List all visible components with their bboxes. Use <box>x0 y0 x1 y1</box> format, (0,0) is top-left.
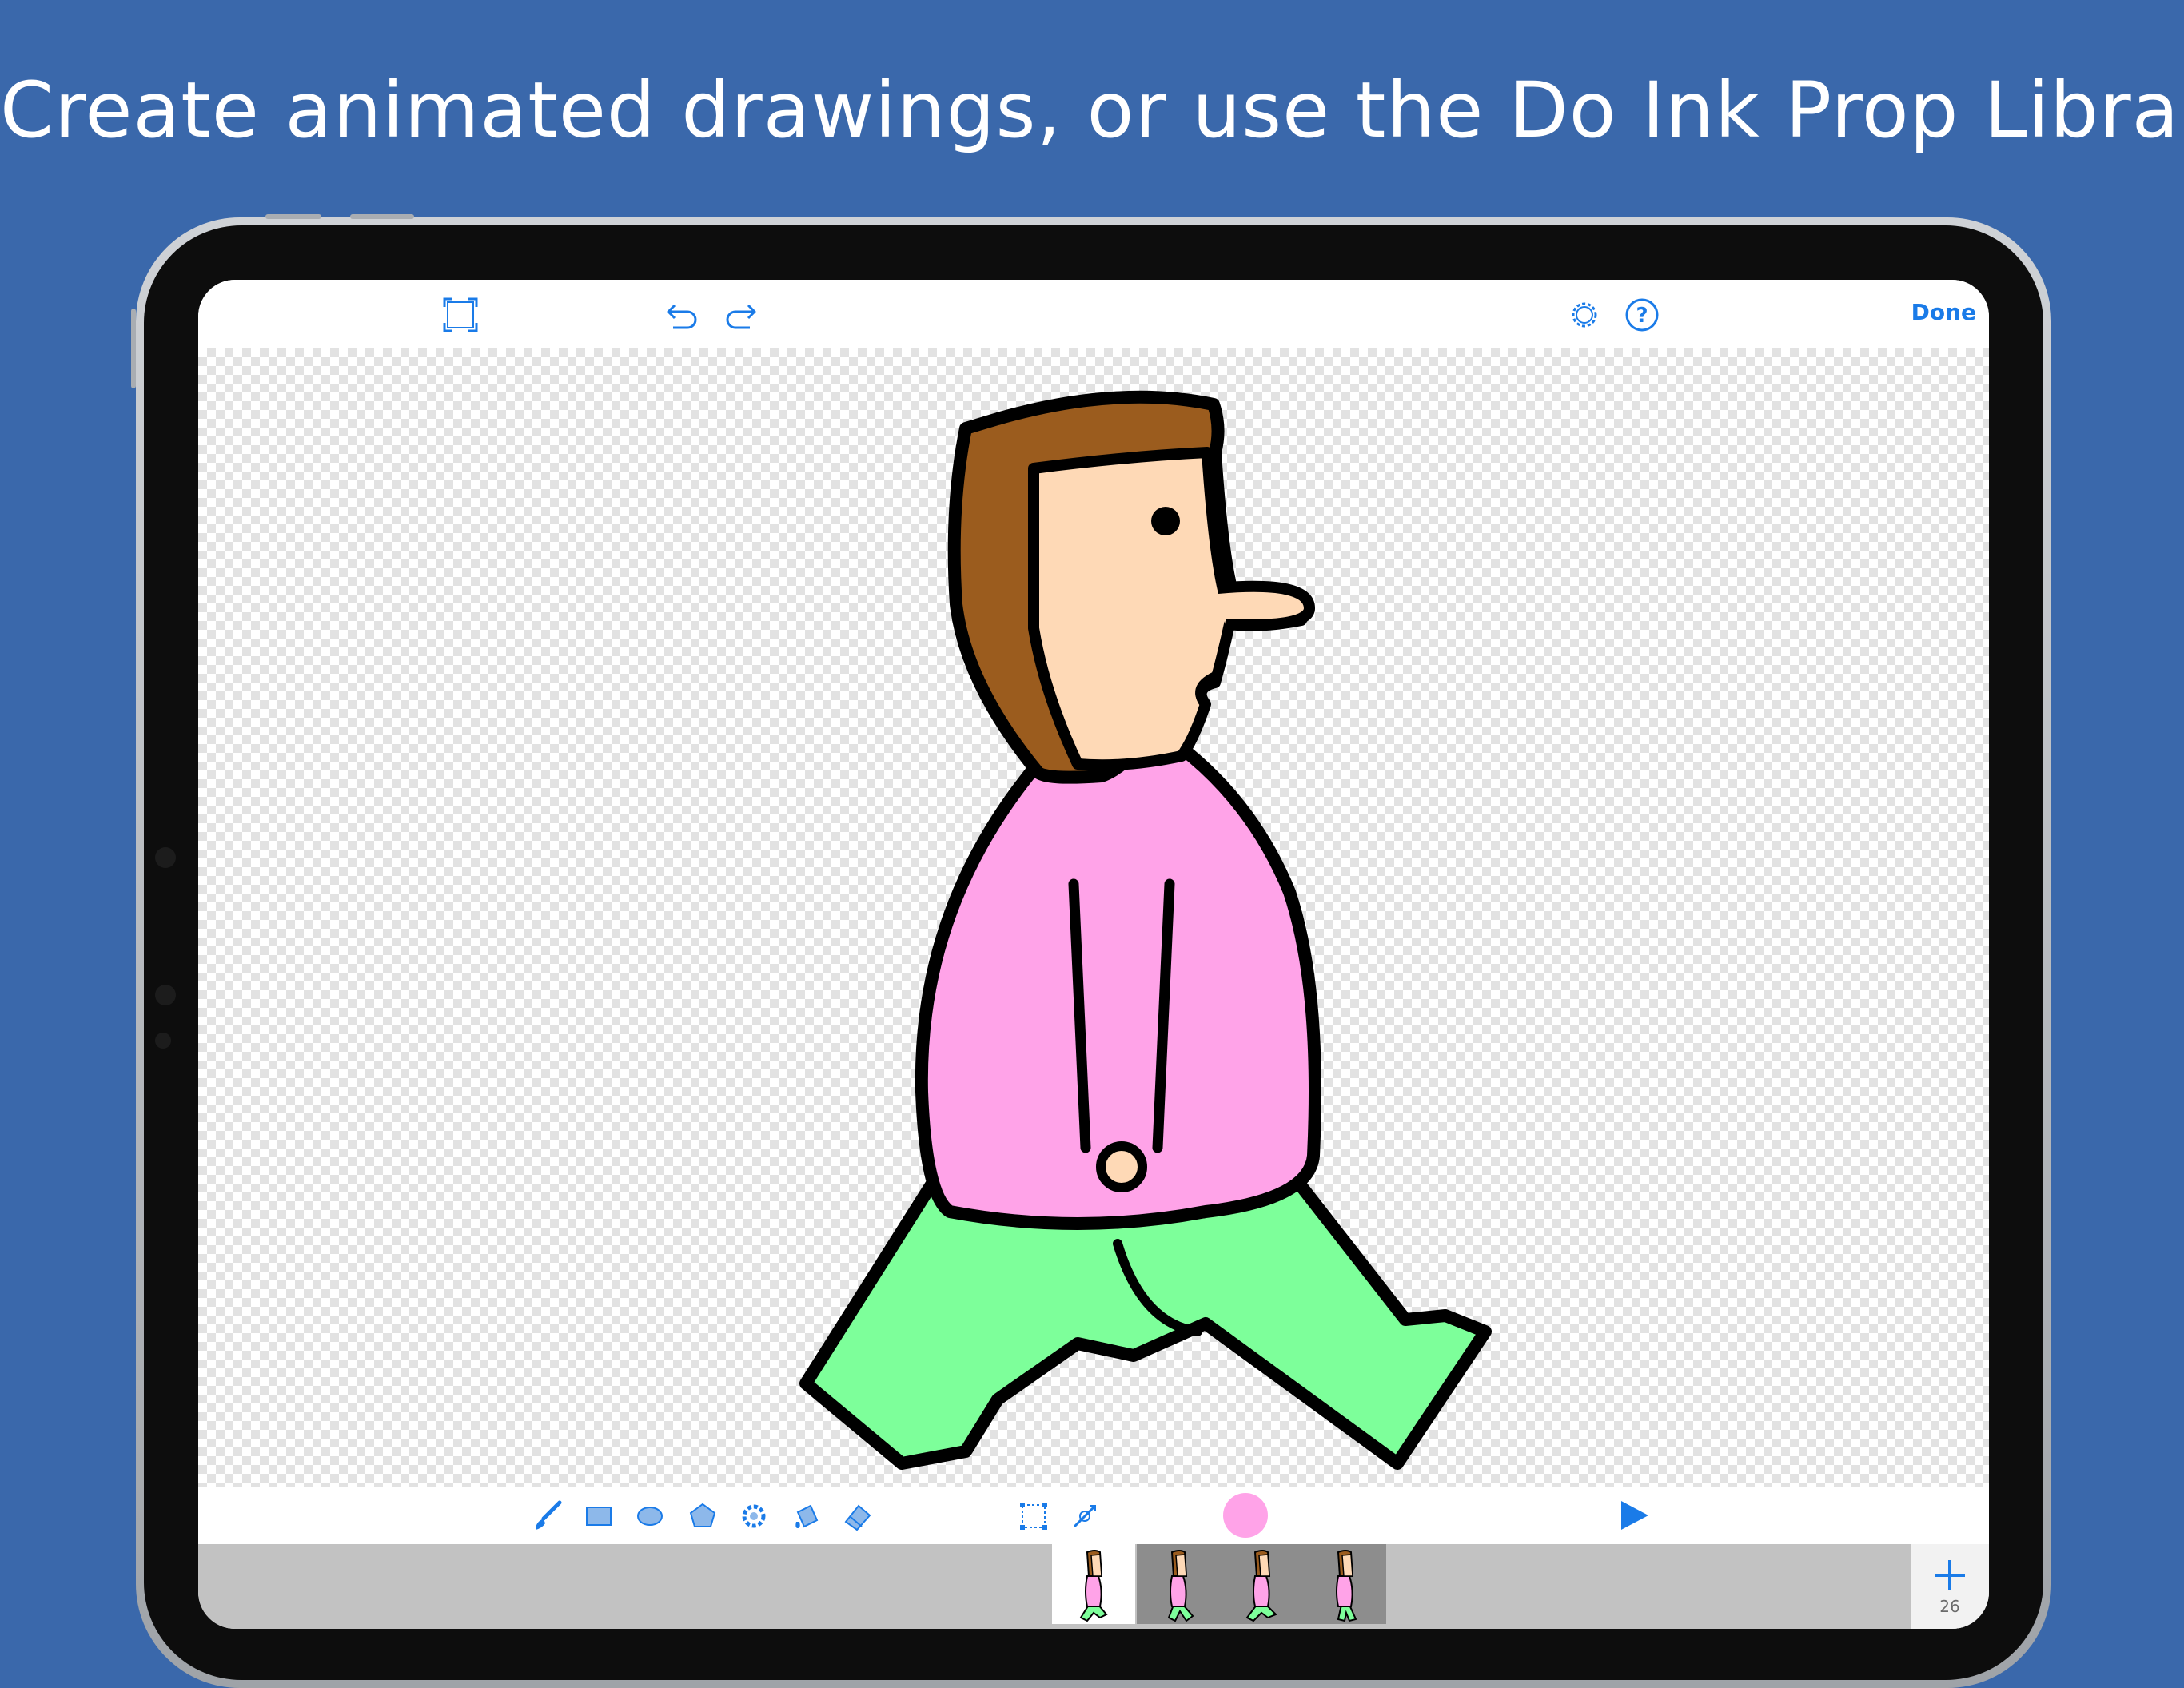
frame-timeline: 26 <box>198 1544 1989 1629</box>
current-color-swatch[interactable] <box>1223 1493 1268 1538</box>
timeline-frame[interactable] <box>1137 1544 1220 1624</box>
undo-icon[interactable] <box>662 294 703 336</box>
play-icon[interactable] <box>1615 1496 1653 1535</box>
character-hand <box>1096 1141 1147 1192</box>
headline: Create animated drawings, or use the Do … <box>0 66 2184 155</box>
gear-icon[interactable] <box>1564 294 1605 336</box>
drawing-canvas[interactable] <box>198 348 1989 1487</box>
timeline-frame[interactable] <box>1052 1544 1135 1624</box>
drawing-tools-bar <box>198 1487 1989 1544</box>
brush-icon[interactable] <box>529 1498 566 1535</box>
redo-icon[interactable] <box>719 294 761 336</box>
shape-fill-icon[interactable] <box>735 1498 772 1535</box>
top-button <box>265 214 321 219</box>
eraser-icon[interactable] <box>839 1498 876 1535</box>
transform-icon[interactable] <box>1066 1498 1103 1535</box>
paint-bucket-icon[interactable] <box>788 1498 825 1535</box>
plus-icon <box>1935 1560 1965 1590</box>
add-frame-button[interactable]: 26 <box>1911 1544 1989 1629</box>
frame-count: 26 <box>1939 1597 1960 1616</box>
done-button[interactable]: Done <box>1911 299 1976 325</box>
timeline-frame[interactable] <box>1303 1544 1386 1624</box>
rectangle-icon[interactable] <box>580 1498 617 1535</box>
camera-sensor <box>155 1033 171 1049</box>
svg-text:?: ? <box>1636 304 1648 328</box>
camera-sensor <box>155 847 176 868</box>
fullscreen-icon[interactable] <box>440 294 481 336</box>
top-toolbar: ? Done <box>198 280 1989 348</box>
timeline-frame[interactable] <box>1220 1544 1303 1624</box>
top-button <box>350 214 414 219</box>
side-button <box>131 309 136 388</box>
camera-sensor <box>155 985 176 1005</box>
app-screen: ? Done 26 <box>198 280 1989 1629</box>
ellipse-icon[interactable] <box>632 1498 668 1535</box>
character-eye <box>1151 507 1180 535</box>
walking-character-drawing[interactable] <box>198 348 1989 1487</box>
help-icon[interactable]: ? <box>1621 294 1663 336</box>
polygon-icon[interactable] <box>684 1498 721 1535</box>
character-nose <box>1217 580 1316 631</box>
selection-icon[interactable] <box>1015 1498 1052 1535</box>
